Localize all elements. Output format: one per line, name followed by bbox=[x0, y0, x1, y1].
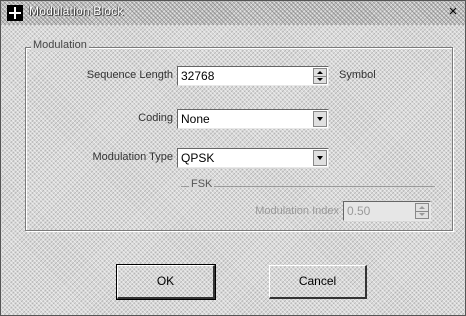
fsk-group-label: FSK bbox=[189, 178, 215, 190]
chevron-down-icon[interactable] bbox=[313, 111, 327, 127]
sequence-length-spinner[interactable] bbox=[313, 68, 327, 84]
modulation-index-input: 0.50 bbox=[343, 201, 431, 221]
cancel-button[interactable]: Cancel bbox=[269, 265, 367, 299]
app-icon bbox=[7, 5, 23, 21]
coding-select[interactable]: None bbox=[177, 109, 329, 129]
spin-down-icon bbox=[416, 211, 428, 218]
coding-value: None bbox=[181, 112, 210, 126]
title-bar[interactable]: Modulation Block × bbox=[1, 1, 465, 25]
modulation-index-spinner bbox=[415, 203, 429, 219]
close-icon[interactable]: × bbox=[445, 4, 461, 20]
sequence-length-input[interactable]: 32768 bbox=[177, 66, 329, 86]
ok-button[interactable]: OK bbox=[116, 264, 216, 300]
coding-label: Coding bbox=[138, 112, 173, 124]
modulation-type-label: Modulation Type bbox=[92, 151, 173, 163]
sequence-length-unit: Symbol bbox=[339, 69, 376, 81]
spin-down-icon[interactable] bbox=[314, 76, 326, 83]
modulation-type-value: QPSK bbox=[181, 151, 215, 165]
modulation-group-label: Modulation bbox=[31, 39, 89, 51]
sequence-length-value: 32768 bbox=[181, 69, 215, 83]
window-title: Modulation Block bbox=[29, 4, 124, 18]
modulation-index-label: Modulation Index bbox=[255, 205, 339, 217]
sequence-length-label: Sequence Length bbox=[86, 69, 173, 81]
dialog-window: Modulation Block × Modulation Sequence L… bbox=[0, 0, 466, 316]
modulation-index-value: 0.50 bbox=[347, 204, 371, 218]
modulation-type-select[interactable]: QPSK bbox=[177, 148, 329, 168]
chevron-down-icon[interactable] bbox=[313, 150, 327, 166]
